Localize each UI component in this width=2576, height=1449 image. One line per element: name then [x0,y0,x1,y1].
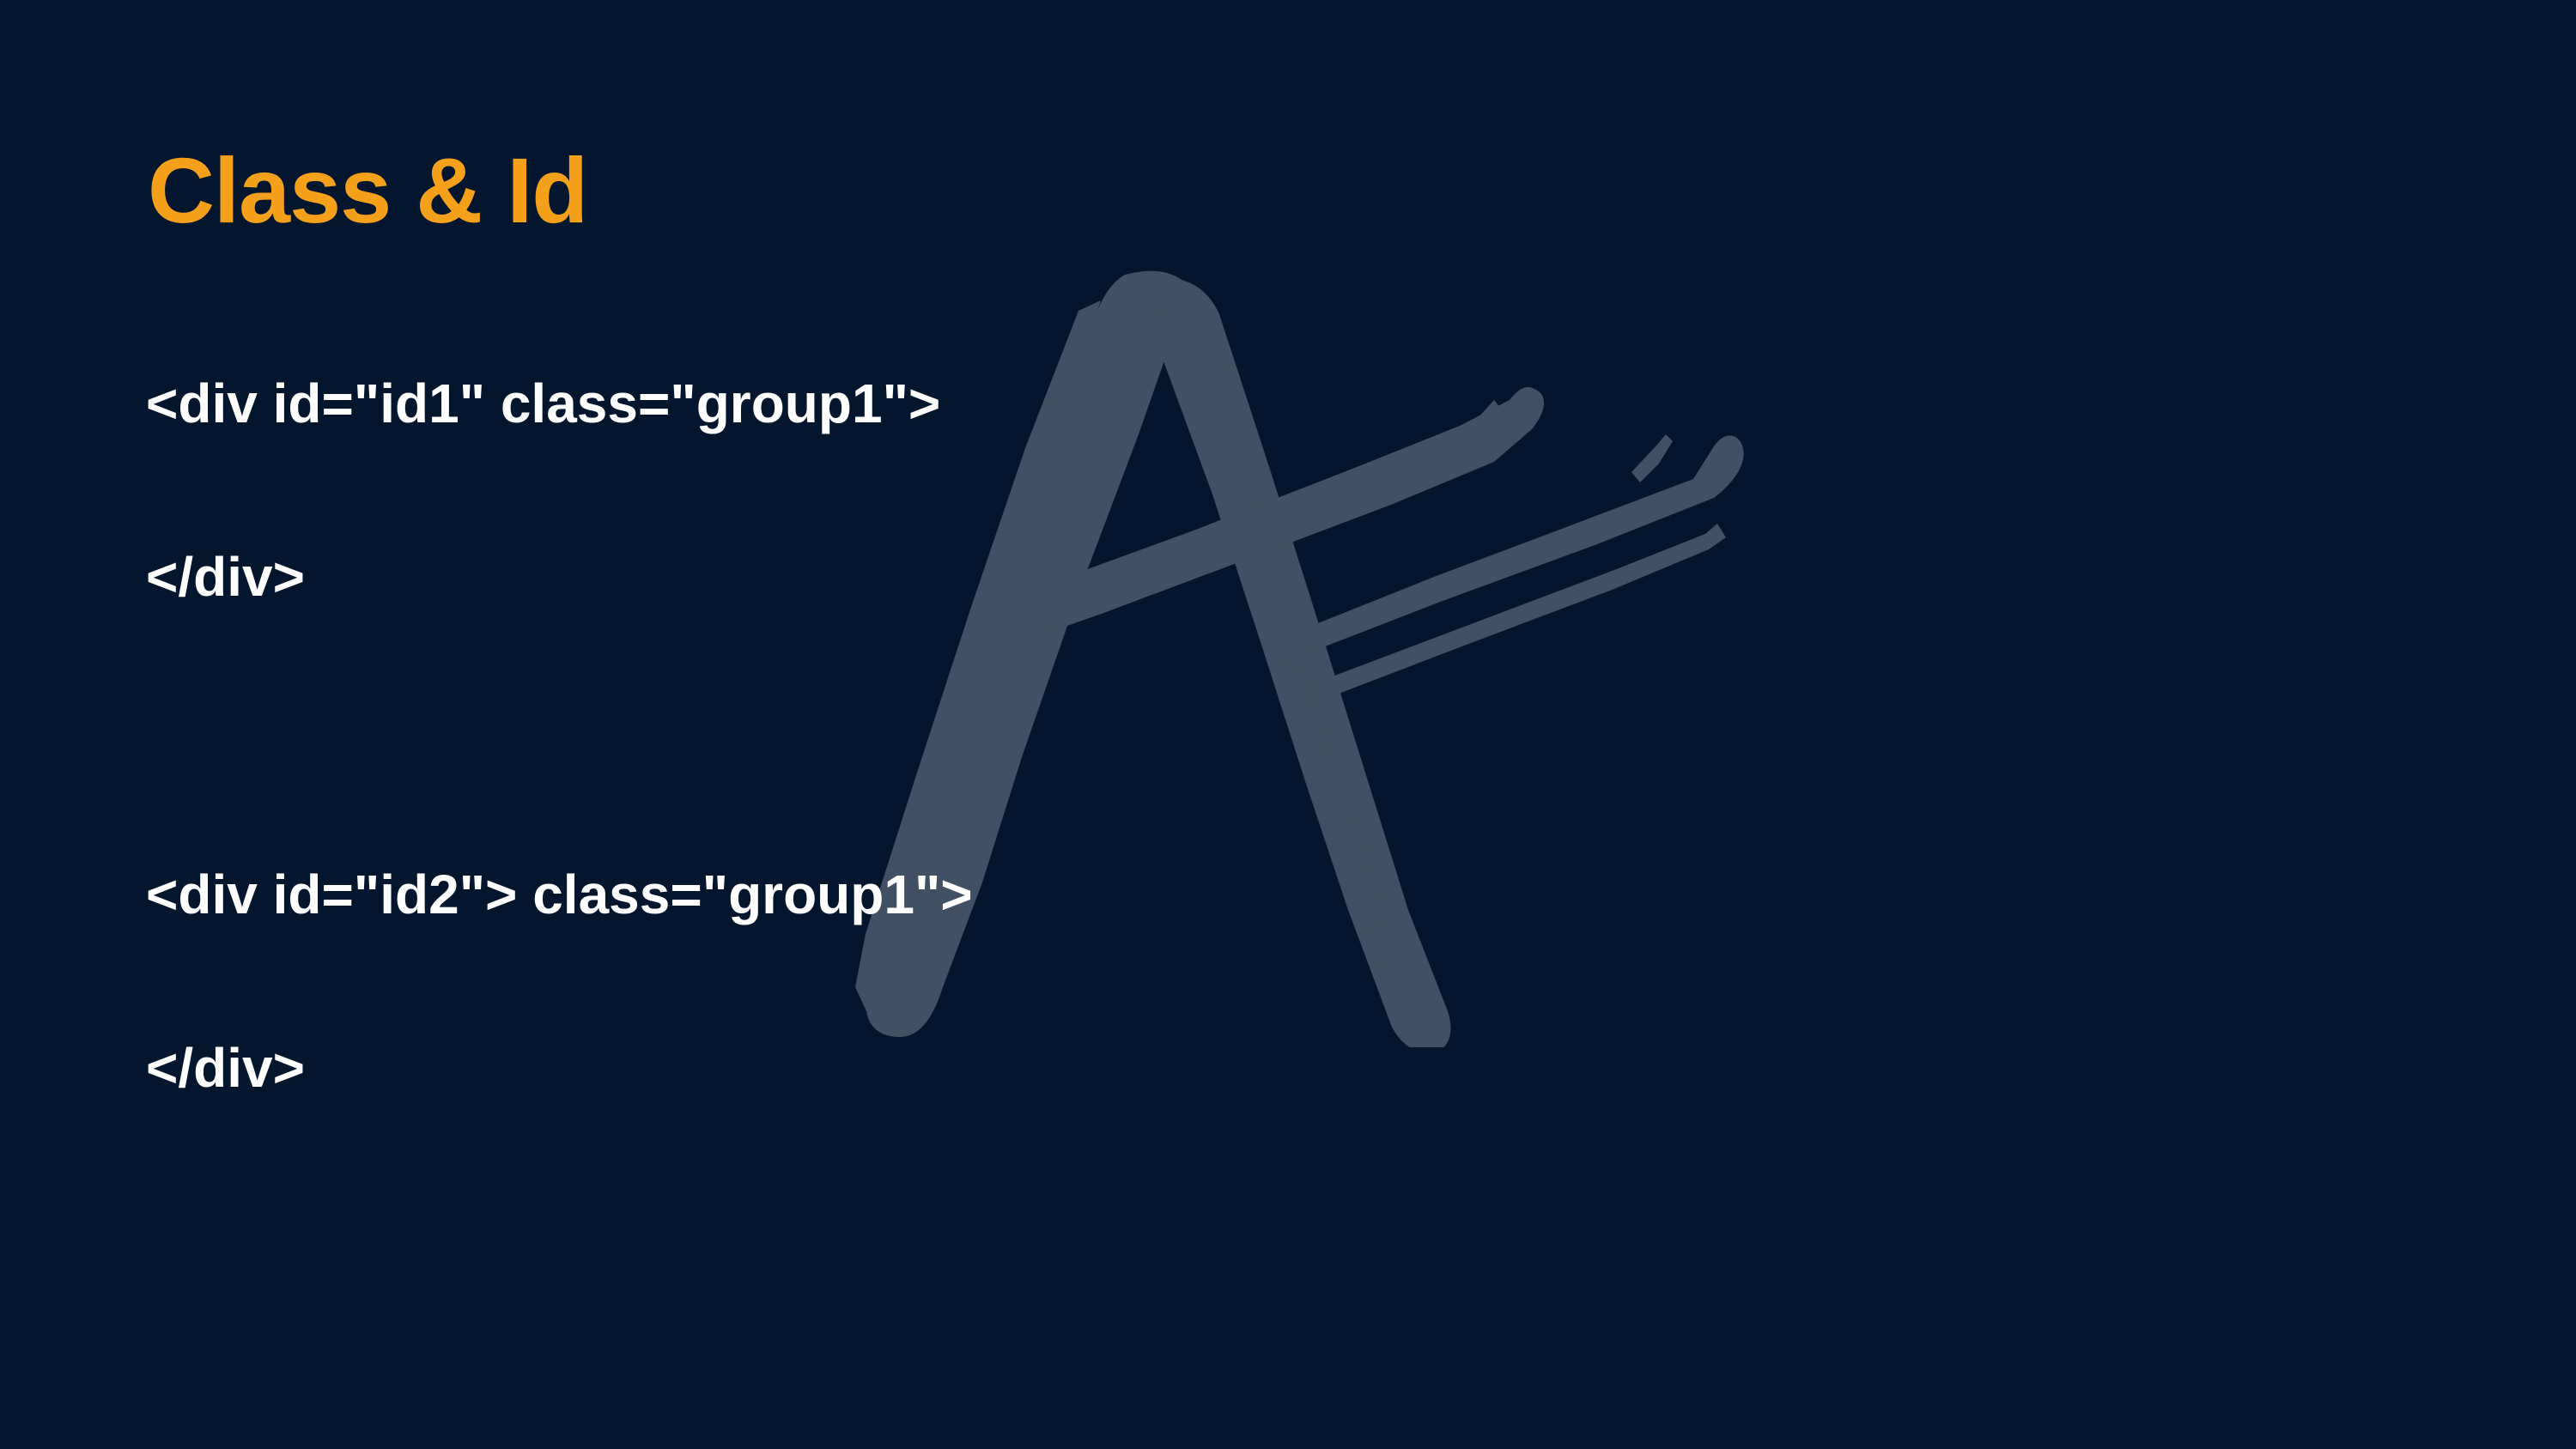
slide-title: Class & Id [148,138,588,242]
code-line-div-open-id2: <div id="id2"> class="group1"> [146,864,973,925]
brush-a-logo-icon [855,270,1744,1047]
code-line-div-close-1: </div> [146,546,305,608]
code-line-div-open-id1: <div id="id1" class="group1"> [146,373,941,434]
code-line-div-close-2: </div> [146,1037,305,1099]
presentation-slide: Class & Id <div id="id1" class="group1">… [0,0,2576,1449]
